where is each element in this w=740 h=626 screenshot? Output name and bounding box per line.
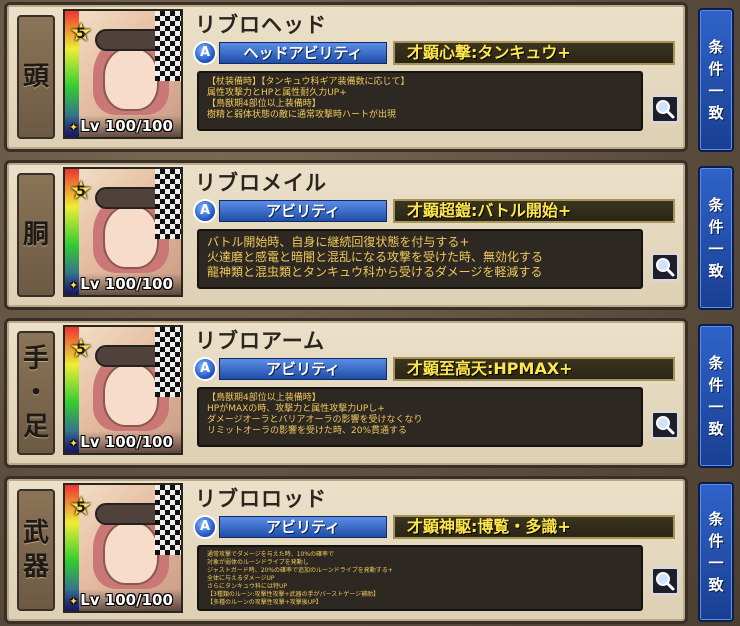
rank-icon: ✦ (69, 121, 79, 134)
equipment-card-weapon: 武 器 ★ 5 ✦ Lv 100/100 リブロロッド A アビリティ 才顕神駆:博… (4, 476, 688, 624)
equipment-name: リブロメイル (195, 171, 327, 195)
rank-icon: ✦ (69, 595, 79, 608)
equipment-portrait[interactable]: ★ 5 ✦ Lv 100/100 (63, 483, 183, 613)
equipment-card-body: 胴 ★ 5 ✦ Lv 100/100 リブロメイル A アビリティ 才顕超鎧:バトル… (4, 160, 688, 310)
ability-a-badge-icon: A (193, 515, 217, 539)
magnifier-button[interactable] (651, 567, 679, 595)
description-line: ジャストガード時、20%の確率で追加のルーンドライブを発動する+ (207, 567, 393, 574)
slot-char: 器 (22, 552, 49, 582)
slot-label-weapon: 武 器 (17, 489, 55, 611)
ability-type-label: ヘッドアビリティ (219, 42, 387, 64)
ability-a-badge-icon: A (193, 357, 217, 381)
slot-label-body: 胴 (17, 173, 55, 297)
character-face (103, 205, 159, 269)
character-face (103, 521, 159, 585)
description-line: 【3種類のルーン:攻撃性攻撃+武器の手がバーストゲージ補助】 (207, 591, 380, 598)
ability-row: A アビリティ 才顕神駆:博覧・多識+ (193, 515, 677, 539)
rank-icon: ✦ (69, 437, 79, 450)
ability-description: バトル開始時、自身に継続回復状態を付与する+ 火達磨と感電と暗闇と混乱になる攻撃… (197, 229, 643, 289)
equipment-portrait[interactable]: ★ 5 ✦ Lv 100/100 (63, 325, 183, 455)
description-line: 【鳥獣期4部位以上装備時】 (207, 393, 321, 403)
ability-a-badge-icon: A (193, 199, 217, 223)
ability-row: A ヘッドアビリティ 才顕心撃:タンキュウ+ (193, 41, 677, 65)
magnifier-button[interactable] (651, 253, 679, 281)
condition-match-button[interactable]: 条 件 一 致 (698, 166, 734, 310)
magnifier-icon (656, 572, 675, 591)
character-face (103, 47, 159, 111)
equipment-portrait[interactable]: ★ 5 ✦ Lv 100/100 (63, 167, 183, 297)
description-line: 樹精と弱体状態の敵に通常攻撃時ハートが出現 (207, 110, 397, 120)
magnifier-icon (656, 416, 675, 435)
magnifier-icon (656, 100, 675, 119)
equipment-screen: 頭 ★ 5 ✦ Lv 100/100 リブロヘッド A ヘッドアビリティ 才顕心撃:… (0, 0, 740, 626)
ability-description: 【鳥獣期4部位以上装備時】 HPがMAXの時、攻撃力と属性攻撃力UPし+ ダメー… (197, 387, 643, 447)
checker-flag-icon (155, 485, 181, 555)
ability-a-badge-icon: A (193, 41, 217, 65)
description-line: 【鳥獣期4部位以上装備時】 (207, 99, 321, 109)
description-line: 【杖装備時】【タンキュウ科ギア装備数に応じて】 (207, 77, 410, 87)
equipment-name: リブロヘッド (195, 13, 327, 37)
magnifier-icon (656, 258, 675, 277)
character-face (103, 363, 159, 427)
magnifier-button[interactable] (651, 411, 679, 439)
level-value: 100/100 (104, 591, 173, 609)
level-value: 100/100 (104, 117, 173, 135)
rarity-star-icon: ★ 5 (69, 334, 93, 364)
description-line: 通常攻撃でダメージを与えた時、10%の確率で (207, 551, 335, 558)
slot-label-head: 頭 (17, 15, 55, 139)
description-line: 【多種のルーンの攻撃性攻撃+攻撃後UP】 (207, 599, 322, 606)
description-line: 属性攻撃力とHPと属性耐久力UP+ (207, 88, 347, 98)
condition-match-button[interactable]: 条 件 一 致 (698, 482, 734, 622)
checker-flag-icon (155, 169, 181, 239)
slot-char: 手 (22, 344, 49, 374)
checker-flag-icon (155, 11, 181, 81)
rank-icon: ✦ (69, 279, 79, 292)
ability-type-label: アビリティ (219, 358, 387, 380)
ability-skill-name: 才顕至高天:HPMAX+ (393, 357, 675, 381)
condition-match-button[interactable]: 条 件 一 致 (698, 324, 734, 468)
description-line: ダメージオーラとバリアオーラの影響を受けなくなり (207, 415, 423, 425)
rarity-star-icon: ★ 5 (69, 492, 93, 522)
condition-match-button[interactable]: 条 件 一 致 (698, 8, 734, 152)
description-line: 対象が弱体のルーンドライブを発動し (207, 559, 309, 566)
ability-skill-name: 才顕超鎧:バトル開始+ (393, 199, 675, 223)
ability-skill-name: 才顕神駆:博覧・多識+ (393, 515, 675, 539)
ability-skill-name: 才顕心撃:タンキュウ+ (393, 41, 675, 65)
slot-char: 足 (22, 412, 49, 442)
description-line: リミットオーラの影響を受けた時、20%貫通する (207, 426, 408, 436)
level-label: ✦ Lv 100/100 (65, 589, 181, 611)
level-label: ✦ Lv 100/100 (65, 431, 181, 453)
ability-type-label: アビリティ (219, 516, 387, 538)
level-value: 100/100 (104, 275, 173, 293)
description-line: さらにタンキュウ科には特UP (207, 583, 288, 590)
equipment-portrait[interactable]: ★ 5 ✦ Lv 100/100 (63, 9, 183, 139)
slot-char: 武 (22, 518, 49, 548)
ability-description: 【杖装備時】【タンキュウ科ギア装備数に応じて】 属性攻撃力とHPと属性耐久力UP… (197, 71, 643, 131)
rarity-star-icon: ★ 5 (69, 176, 93, 206)
slot-char: ・ (22, 378, 49, 408)
level-label: ✦ Lv 100/100 (65, 273, 181, 295)
magnifier-button[interactable] (651, 95, 679, 123)
ability-row: A アビリティ 才顕超鎧:バトル開始+ (193, 199, 677, 223)
slot-char: 頭 (22, 62, 49, 92)
equipment-card-arms: 手 ・ 足 ★ 5 ✦ Lv 100/100 リブロアーム A アビリティ 才顕至高… (4, 318, 688, 468)
equipment-name: リブロアーム (195, 329, 326, 353)
slot-char: 胴 (22, 220, 49, 250)
slot-label-arms: 手 ・ 足 (17, 331, 55, 455)
description-line: バトル開始時、自身に継続回復状態を付与する+ (207, 235, 470, 249)
rarity-star-icon: ★ 5 (69, 18, 93, 48)
ability-row: A アビリティ 才顕至高天:HPMAX+ (193, 357, 677, 381)
ability-description: 通常攻撃でダメージを与えた時、10%の確率で 対象が弱体のルーンドライブを発動し… (197, 545, 643, 611)
level-value: 100/100 (104, 433, 173, 451)
description-line: 龍神類と混虫類とタンキュウ科から受けるダメージを軽減する (207, 265, 543, 279)
equipment-card-head: 頭 ★ 5 ✦ Lv 100/100 リブロヘッド A ヘッドアビリティ 才顕心撃:… (4, 2, 688, 152)
description-line: 全体に与えるダメージUP (207, 575, 275, 582)
description-line: 火達磨と感電と暗闇と混乱になる攻撃を受けた時、無効化する (207, 250, 544, 264)
checker-flag-icon (155, 327, 181, 397)
description-line: HPがMAXの時、攻撃力と属性攻撃力UPし+ (207, 404, 385, 414)
equipment-name: リブロロッド (195, 487, 327, 511)
level-label: ✦ Lv 100/100 (65, 115, 181, 137)
ability-type-label: アビリティ (219, 200, 387, 222)
